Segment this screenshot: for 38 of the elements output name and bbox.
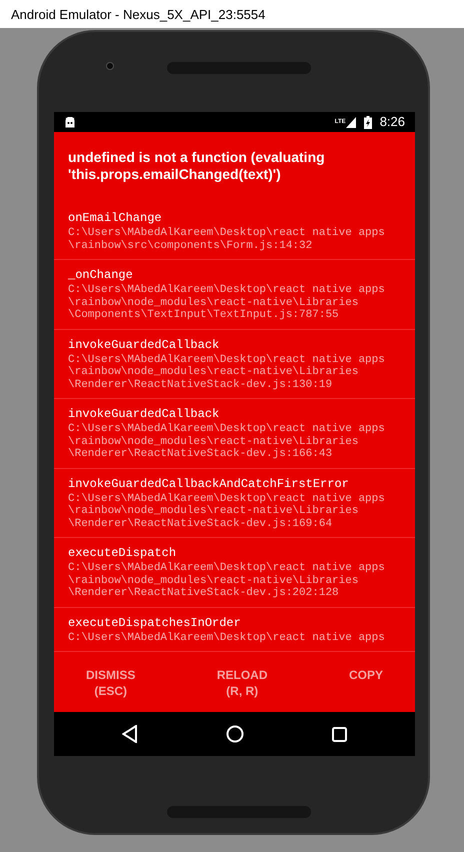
stack-frame-method: invokeGuardedCallback (68, 336, 220, 354)
back-icon[interactable] (122, 725, 138, 743)
copy-button[interactable]: COPY (340, 663, 391, 687)
signal-icon (346, 116, 356, 128)
stack-frame-path: C:\Users\MAbedAlKareem\Desktop\react native apps (68, 354, 386, 366)
stack-frame-method: invokeGuardedCallback (68, 406, 220, 423)
stack-frame-path: C:\Users\MAbedAlKareem\Desktop\react native apps (68, 632, 386, 644)
stack-frame-path: \Renderer\ReactNativeStack-dev.js:130:19 (68, 378, 334, 391)
battery-icon (364, 116, 372, 128)
stack-frame-path: \Renderer\ReactNativeStack-dev.js:169:64 (68, 518, 334, 530)
home-icon[interactable] (226, 725, 244, 743)
action-button[interactable]: RELOAD (R, R) (208, 663, 276, 703)
recents-icon[interactable] (332, 726, 347, 742)
stack-frame-path: \Components\TextInput\TextInput.js:787:55 (68, 309, 340, 322)
stack-frame-path: \rainbow\node_modules\react-native\Libraries (68, 296, 360, 309)
stack-frame-path: \rainbow\node_modules\react-native\Libraries (68, 366, 360, 378)
stack-frame-method: executeDispatchesInOrder (68, 614, 242, 632)
stack-frame-method: onEmailChange (68, 210, 163, 227)
stack-frame-method: invokeGuardedCallbackAndCatchFirstError (68, 476, 350, 492)
stack-frame-path: C:\Users\MAbedAlKareem\Desktop\react native apps (68, 284, 386, 296)
clock-time: 8:26 (380, 113, 405, 132)
error-message: undefined is not a function (evaluating 'this.props.emailChanged(text)') (67, 148, 326, 184)
stack-frame-path: C:\Users\MAbedAlKareem\Desktop\react native apps (68, 562, 386, 574)
camera-icon (106, 62, 114, 70)
android-icon (64, 116, 76, 128)
stack-frame-path: \rainbow\node_modules\react-native\Libraries (68, 574, 360, 587)
window-title: Android Emulator - Nexus_5X_API_23:5554 (0, 0, 464, 28)
stack-frame-path: \rainbow\node_modules\react-native\Libraries (68, 436, 360, 448)
stack-frame-method: executeDispatch (68, 545, 178, 562)
stack-frame-path: \rainbow\src\components\Form.js:14:32 (68, 240, 314, 252)
stack-frame-path: \rainbow\node_modules\react-native\Libraries (68, 505, 360, 518)
stack-frame-path: \Renderer\ReactNativeStack-dev.js:202:128 (68, 587, 340, 600)
stack-frame-path: C:\Users\MAbedAlKareem\Desktop\react native apps (68, 492, 386, 505)
stack-frame-method: _onChange (68, 267, 134, 284)
action-button[interactable]: DISMISS (ESC) (78, 663, 144, 703)
stack-frame-path: C:\Users\MAbedAlKareem\Desktop\react native apps (68, 227, 386, 240)
stack-frame-path: C:\Users\MAbedAlKareem\Desktop\react native apps (68, 423, 386, 436)
stack-frame-path: \Renderer\ReactNativeStack-dev.js:166:43 (68, 448, 334, 460)
